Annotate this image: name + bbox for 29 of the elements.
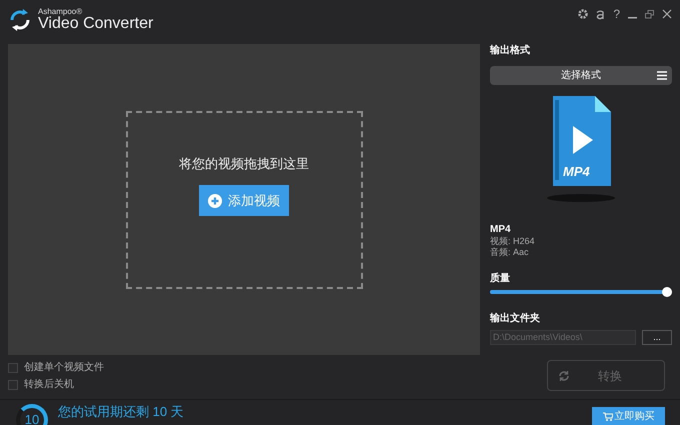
letter-a-icon[interactable] [596,8,606,20]
drop-hint: 将您的视频拖拽到这里 [179,154,309,172]
format-name: MP4 [490,224,512,236]
plus-icon [208,194,222,208]
output-folder-label: 输出文件夹 [490,312,541,326]
cart-icon [602,412,612,420]
trial-message: 您的试用期还剩 10 天 [58,404,184,419]
trial-days-ring: 10 [16,404,48,425]
checkbox-label: 转换后关机 [24,378,74,392]
checkbox-label: 创建单个视频文件 [24,360,104,375]
audio-codec: 音频: Aac [490,247,530,258]
output-format-heading: 输出格式 [490,44,531,58]
help-button[interactable]: ? [613,8,620,20]
checkbox[interactable] [8,362,18,372]
drop-zone[interactable]: 将您的视频拖拽到这里 添加视频 [126,110,362,288]
menu-icon [657,71,667,80]
restore-icon[interactable] [645,10,654,18]
select-format-button[interactable]: 选择格式 [490,66,672,85]
refresh-icon [558,370,570,382]
settings-icon[interactable] [578,9,588,19]
window-title: Video Converter [38,16,154,32]
browse-button[interactable]: ... [642,330,672,345]
brand-name: Ashampoo® [38,8,84,16]
checkbox[interactable] [8,380,18,390]
video-codec: 视频: H264 [490,236,536,247]
quality-slider[interactable] [490,287,672,297]
quality-label: 质量 [490,272,511,286]
refresh-logo-icon [8,8,32,32]
close-icon[interactable] [662,9,672,19]
